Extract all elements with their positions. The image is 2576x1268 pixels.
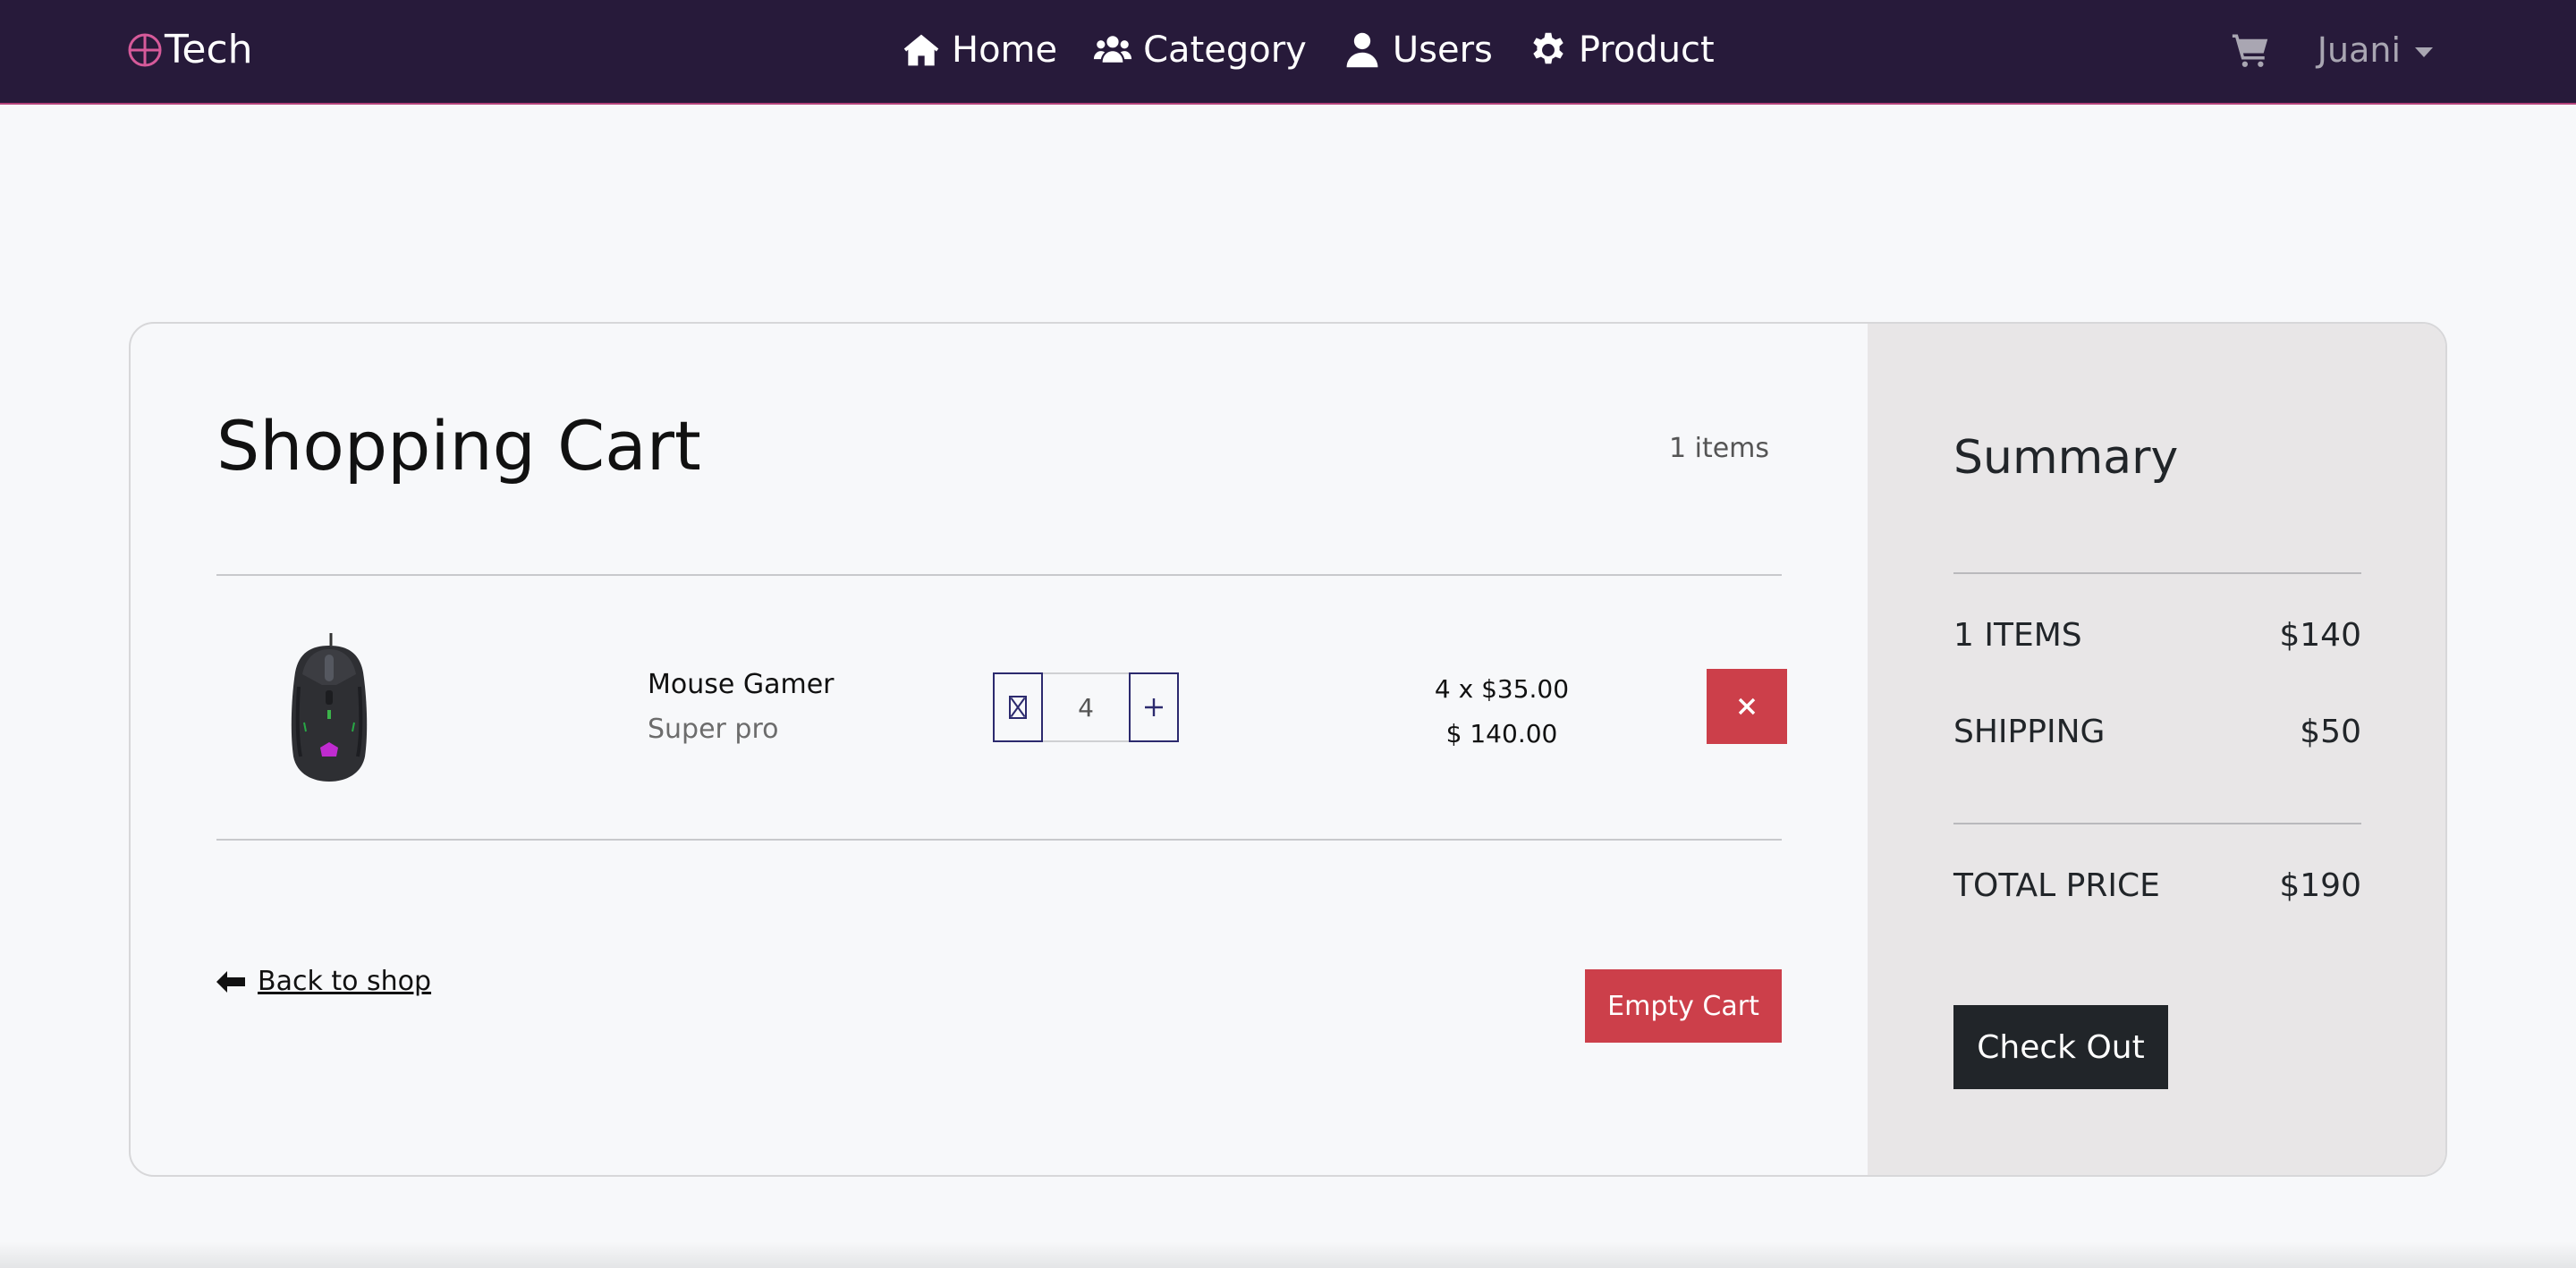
summary-shipping-value: $50 — [2300, 714, 2361, 750]
brand-name: Tech — [165, 27, 253, 72]
decrease-quantity-button[interactable] — [993, 672, 1043, 742]
main-nav: Home Category Users Product — [902, 21, 1715, 79]
back-to-shop-label: Back to shop — [258, 966, 432, 997]
footer-shadow — [0, 1241, 2576, 1268]
summary-title: Summary — [1953, 431, 2179, 485]
product-name: Mouse Gamer — [648, 669, 835, 700]
empty-cart-button[interactable]: Empty Cart — [1585, 969, 1782, 1043]
cart-card: Shopping Cart 1 items Mouse Gamer Super … — [129, 322, 2447, 1177]
brand-link[interactable]: Tech — [127, 25, 253, 75]
cart-link[interactable] — [2232, 31, 2269, 69]
nav-link-category[interactable]: Category — [1093, 21, 1307, 79]
checkout-button[interactable]: Check Out — [1953, 1005, 2168, 1089]
users-group-icon — [1094, 36, 1132, 63]
caret-down-icon — [2415, 46, 2433, 57]
home-icon — [903, 34, 939, 66]
remove-item-button[interactable] — [1707, 669, 1787, 744]
cart-main: Shopping Cart 1 items Mouse Gamer Super … — [131, 324, 1868, 1175]
quantity-input[interactable] — [1043, 672, 1129, 742]
summary-total-row: TOTAL PRICE $190 — [1953, 867, 2361, 904]
cart-item-row: Mouse Gamer Super pro 4 x $35.00 $ 140.0… — [216, 574, 1787, 842]
crosshair-logo-icon — [128, 33, 162, 67]
line-total: $ 140.00 — [1445, 719, 1558, 748]
shopping-cart-icon — [2232, 34, 2268, 67]
nav-link-label: Home — [952, 30, 1058, 71]
unit-price: 4 x $35.00 — [1434, 674, 1570, 704]
summary-panel: Summary 1 ITEMS $140 SHIPPING $50 TOTAL … — [1868, 324, 2445, 1175]
nav-link-label: Users — [1392, 30, 1493, 71]
nav-right: Juani — [2232, 21, 2433, 79]
increase-quantity-button[interactable] — [1129, 672, 1179, 742]
navbar: Tech Home Category Users Product Juani — [0, 0, 2576, 105]
summary-shipping-label: SHIPPING — [1953, 714, 2106, 750]
decrease-icon — [1009, 696, 1027, 719]
back-to-shop-link[interactable]: Back to shop — [216, 966, 431, 997]
nav-link-label: Product — [1578, 30, 1715, 71]
divider — [216, 839, 1782, 841]
product-description: Super pro — [648, 714, 779, 745]
nav-link-home[interactable]: Home — [902, 21, 1057, 79]
quantity-stepper — [993, 672, 1179, 742]
summary-items-row: 1 ITEMS $140 — [1953, 617, 2361, 654]
nav-link-product[interactable]: Product — [1529, 21, 1715, 79]
divider — [1953, 823, 2361, 824]
summary-total-value: $190 — [2279, 867, 2361, 904]
price-block: 4 x $35.00 $ 140.00 — [1415, 667, 1589, 757]
user-dropdown[interactable]: Juani — [2318, 30, 2433, 70]
divider — [1953, 572, 2361, 574]
gear-icon — [1533, 32, 1563, 64]
summary-items-label: 1 ITEMS — [1953, 617, 2082, 654]
nav-link-label: Category — [1143, 30, 1307, 71]
nav-link-users[interactable]: Users — [1343, 21, 1493, 79]
user-icon — [1346, 32, 1378, 68]
items-count: 1 items — [1669, 433, 1770, 464]
summary-total-label: TOTAL PRICE — [1953, 867, 2160, 904]
plus-icon — [1145, 698, 1163, 716]
summary-items-value: $140 — [2279, 617, 2361, 654]
user-name: Juani — [2317, 30, 2401, 70]
close-icon — [1738, 697, 1756, 715]
arrow-left-icon — [216, 970, 245, 993]
product-image — [291, 633, 368, 782]
page-title: Shopping Cart — [216, 406, 701, 486]
summary-shipping-row: SHIPPING $50 — [1953, 714, 2361, 750]
